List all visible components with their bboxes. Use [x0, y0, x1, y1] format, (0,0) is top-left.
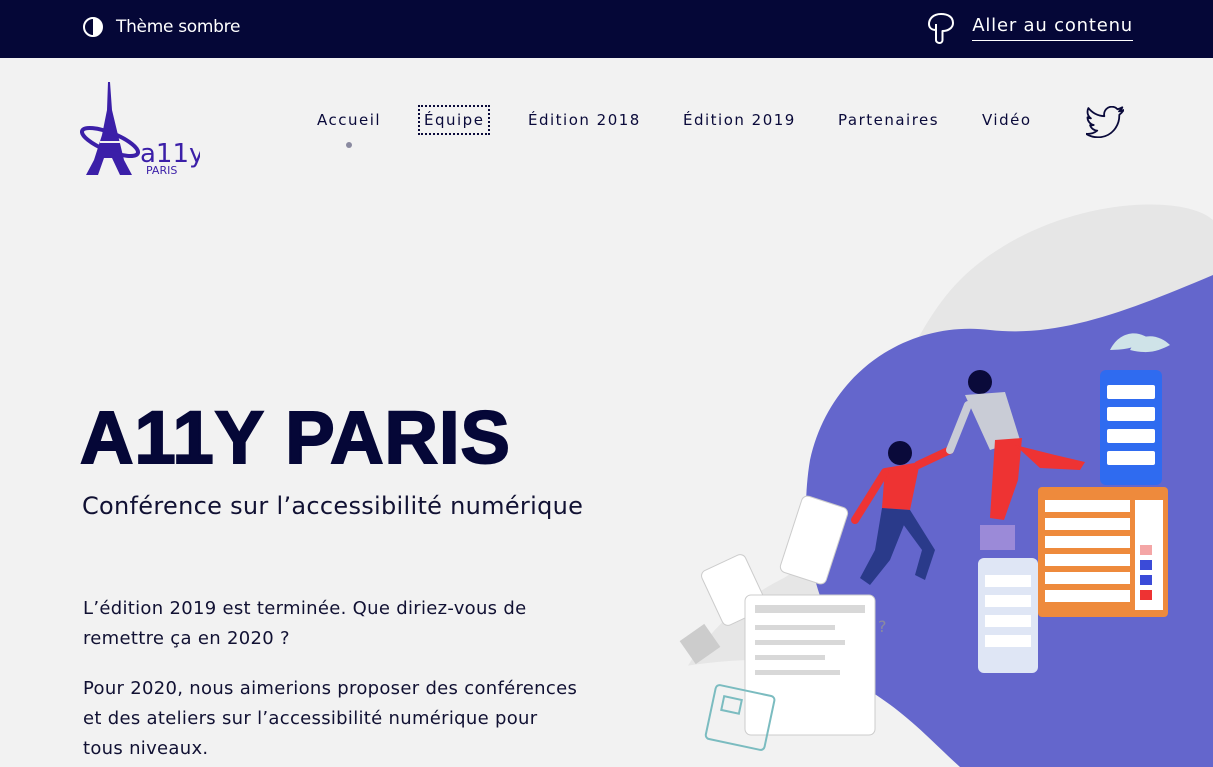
pointing-hand-icon	[928, 13, 955, 44]
logo-subtext: PARIS	[146, 164, 177, 177]
current-page-indicator	[346, 142, 352, 148]
intro-paragraph-2: Pour 2020, nous aimerions proposer des c…	[83, 678, 578, 759]
svg-text:?: ?	[878, 617, 887, 636]
top-bar: Thème sombre Aller au contenu	[0, 0, 1213, 58]
nav-item-equipe[interactable]: Équipe	[417, 105, 491, 135]
theme-toggle-button[interactable]: Thème sombre	[82, 16, 240, 38]
nav-item-partenaires[interactable]: Partenaires	[838, 111, 939, 129]
nav-item-edition-2019[interactable]: Édition 2019	[683, 111, 796, 129]
skip-link-label: Aller au contenu	[972, 15, 1133, 41]
intro-paragraph-1: L’édition 2019 est terminée. Que diriez-…	[83, 598, 527, 649]
hero-illustration: ?	[660, 204, 1213, 767]
theme-toggle-label: Thème sombre	[116, 17, 241, 37]
nav-item-video[interactable]: Vidéo	[982, 111, 1032, 129]
main-navigation: Accueil Équipe Édition 2018 Édition 2019…	[0, 105, 1213, 151]
nav-item-edition-2018[interactable]: Édition 2018	[528, 111, 641, 129]
contrast-icon	[83, 17, 103, 37]
twitter-icon[interactable]	[1086, 106, 1124, 138]
page-title: A11Y PARIS	[79, 395, 511, 480]
skip-to-content-link[interactable]: Aller au contenu	[926, 11, 1133, 45]
nav-item-accueil[interactable]: Accueil	[317, 111, 381, 129]
page-subtitle: Conférence sur l’accessibilité numérique	[82, 492, 584, 520]
